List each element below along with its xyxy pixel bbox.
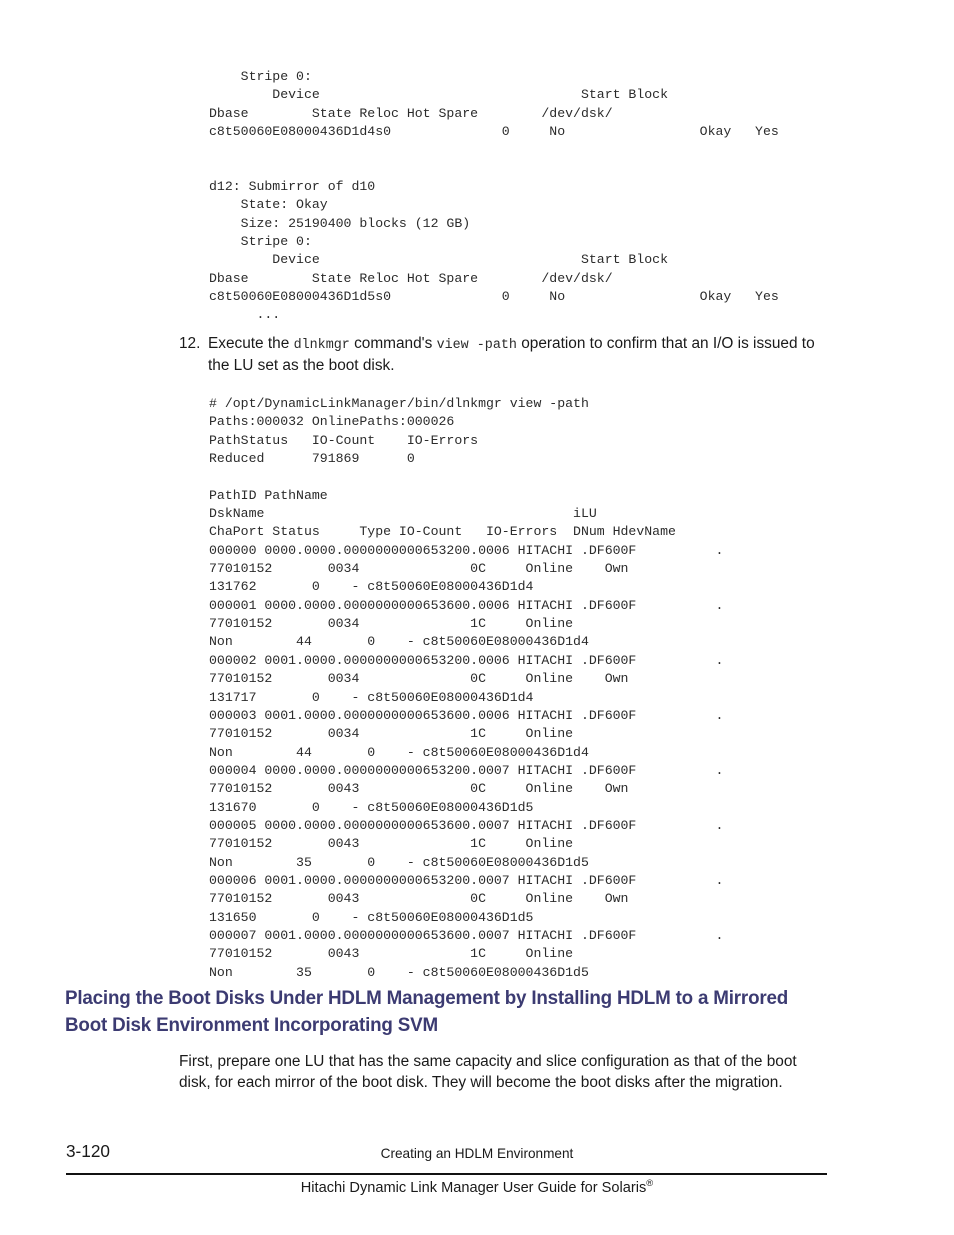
registered-trademark-symbol: ®: [646, 1177, 654, 1189]
code-block-svm-metastat-output: Stripe 0: Device Start Block Dbase State…: [209, 69, 779, 323]
inline-command-dlnkmgr: dlnkmgr: [293, 338, 350, 353]
step-text-segment-2: command's: [349, 335, 437, 352]
footer-guide-title-text: Hitachi Dynamic Link Manager User Guide …: [300, 1180, 647, 1196]
inline-command-view-path: view -path: [436, 338, 517, 353]
footer-chapter-title: Creating an HDLM Environment: [380, 1146, 574, 1161]
step-text: Execute the dlnkmgr command's view -path…: [208, 334, 829, 377]
footer-guide-title: Hitachi Dynamic Link Manager User Guide …: [0, 1177, 954, 1196]
page-footer: 3-120 Creating an HDLM Environment Hitac…: [0, 1140, 954, 1230]
document-page: Stripe 0: Device Start Block Dbase State…: [0, 0, 954, 1235]
section-heading: Placing the Boot Disks Under HDLM Manage…: [65, 987, 789, 1036]
code-block-dlnkmgr-view-path-output: # /opt/DynamicLinkManager/bin/dlnkmgr vi…: [209, 396, 724, 980]
step-text-segment-1: Execute the: [208, 335, 294, 352]
numbered-step-12: 12. Execute the dlnkmgr command's view -…: [179, 334, 829, 377]
section-paragraph: First, prepare one LU that has the same …: [179, 1053, 797, 1091]
footer-divider: [66, 1173, 827, 1175]
step-number: 12.: [179, 335, 201, 352]
